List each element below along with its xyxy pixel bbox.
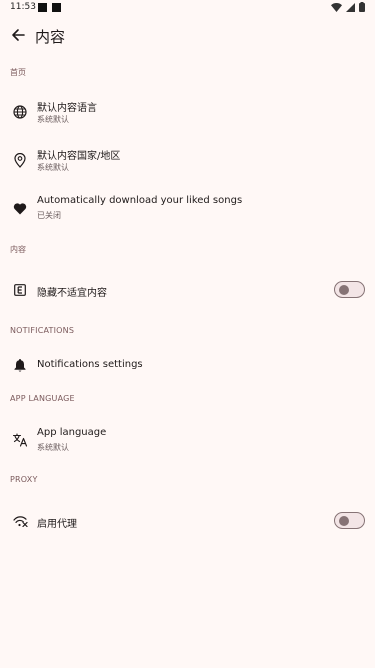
section-header-proxy: PROXY xyxy=(10,475,38,484)
bell-icon xyxy=(10,355,30,375)
hide-explicit-toggle[interactable] xyxy=(334,281,365,298)
app-language-item[interactable]: App language 系统默认 xyxy=(0,420,375,460)
location-pin-icon xyxy=(10,150,30,170)
item-title: Notifications settings xyxy=(37,359,143,370)
proxy-icon xyxy=(10,511,30,531)
back-button[interactable] xyxy=(8,24,28,46)
status-bar: 11:53 xyxy=(0,0,375,16)
item-title: 默认内容国家/地区 xyxy=(37,151,121,162)
enable-proxy-toggle[interactable] xyxy=(334,512,365,529)
section-header-notifications: NOTIFICATIONS xyxy=(10,326,75,335)
globe-icon xyxy=(10,102,30,122)
status-time: 11:53 xyxy=(10,2,36,12)
item-title: Automatically download your liked songs xyxy=(37,195,243,206)
item-subtitle: 已关闭 xyxy=(37,211,61,220)
item-subtitle: 系统默认 xyxy=(37,443,69,452)
page-title: 内容 xyxy=(35,28,66,46)
status-icons xyxy=(331,2,365,12)
translate-icon xyxy=(10,430,30,450)
default-content-country-item[interactable]: 默认内容国家/地区 系统默认 xyxy=(0,140,375,180)
item-subtitle: 系统默认 xyxy=(37,163,69,172)
hide-explicit-item[interactable]: 隐藏不适宜内容 xyxy=(0,270,375,310)
explicit-icon xyxy=(10,280,30,300)
item-subtitle: 系统默认 xyxy=(37,115,69,124)
section-header-app-language: APP LANGUAGE xyxy=(10,394,75,403)
wifi-icon xyxy=(331,2,342,12)
notification-square-icon xyxy=(38,3,47,12)
item-title: 隐藏不适宜内容 xyxy=(37,288,107,299)
battery-icon xyxy=(359,2,365,12)
arrow-left-icon xyxy=(12,29,25,41)
toggle-knob xyxy=(339,516,349,526)
notification-square-icon xyxy=(52,3,61,12)
enable-proxy-item[interactable]: 启用代理 xyxy=(0,501,375,541)
item-title: 默认内容语言 xyxy=(37,103,97,114)
section-header-homepage: 首页 xyxy=(10,68,26,77)
default-content-language-item[interactable]: 默认内容语言 系统默认 xyxy=(0,92,375,132)
toggle-knob xyxy=(339,285,349,295)
heart-icon xyxy=(10,198,30,218)
auto-download-liked-item[interactable]: Automatically download your liked songs … xyxy=(0,188,375,228)
signal-icon xyxy=(346,2,355,12)
notifications-settings-item[interactable]: Notifications settings xyxy=(0,345,375,385)
section-header-content: 内容 xyxy=(10,245,26,254)
item-title: 启用代理 xyxy=(37,519,77,530)
item-title: App language xyxy=(37,427,107,438)
top-app-bar: 内容 xyxy=(0,18,375,54)
